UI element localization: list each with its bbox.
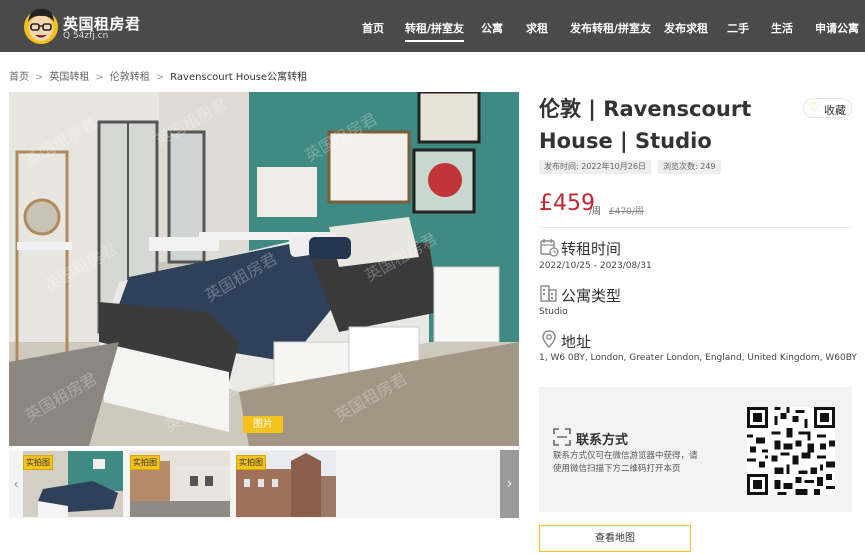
thumbnail-2-label: 实拍图 [130, 455, 160, 470]
original-price: £470/周 [609, 207, 644, 217]
photo-tag[interactable]: 图片 [243, 416, 283, 433]
apartment-type-value: Studio [539, 307, 568, 317]
view-count-badge: 浏览次数: 249 [658, 160, 721, 174]
location-pin-icon [542, 330, 556, 348]
thumbnail-prev-button[interactable]: ‹ [9, 450, 23, 518]
sublet-period-value: 2022/10/25 - 2023/08/31 [539, 261, 652, 271]
sublet-period-title: 转租时间 [561, 240, 622, 258]
breadcrumb-separator: > [35, 72, 44, 83]
thumbnail-2[interactable]: 实拍图 [130, 451, 230, 517]
thumbnail-3[interactable]: 实拍图 [236, 451, 336, 517]
nav-secondhand[interactable]: 二手 [727, 20, 749, 36]
nav-wanted[interactable]: 求租 [526, 20, 548, 36]
favorite-label: 收藏 [824, 104, 846, 117]
contact-title: 联系方式 [576, 433, 629, 448]
breadcrumb-home[interactable]: 首页 [9, 72, 29, 83]
apartment-type-title: 公寓类型 [561, 287, 622, 305]
favorite-button[interactable]: ♡ 收藏 [803, 98, 852, 118]
main-nav: 首页 转租/拼室友 公寓 求租 发布转租/拼室友 发布求租 二手 生活 申请公寓 [0, 0, 865, 52]
thumbnail-1[interactable]: 实拍图 [23, 451, 123, 517]
qr-code-icon [747, 407, 835, 495]
breadcrumb-current: Ravenscourt House公寓转租 [170, 72, 308, 83]
main-photo[interactable]: 英国租房君 英国租房君 英国租房君 英国租房君 英国租房君 英国租房君 英国租房… [9, 92, 519, 446]
breadcrumb: 首页 > 英国转租 > 伦敦转租 > Ravenscourt House公寓转租 [9, 68, 307, 83]
scan-icon [553, 428, 571, 446]
thumbnail-1-label: 实拍图 [23, 455, 53, 470]
nav-life[interactable]: 生活 [771, 20, 793, 36]
price: £459 [539, 191, 595, 216]
view-map-button[interactable]: 查看地图 [539, 525, 691, 552]
calendar-icon [540, 239, 559, 257]
price-unit: /周 [589, 207, 602, 217]
thumbnail-next-button[interactable]: › [500, 450, 519, 518]
site-header: 英国租房君 Q 54zfj.cn 首页 转租/拼室友 公寓 求租 发布转租/拼室… [0, 0, 865, 52]
nav-post-wanted[interactable]: 发布求租 [664, 20, 708, 36]
breadcrumb-london-sublet[interactable]: 伦敦转租 [110, 72, 150, 83]
listing-title: 伦敦 | Ravenscourt House | Studio [539, 97, 752, 153]
published-date-badge: 发布时间: 2022年10月26日 [539, 160, 651, 174]
nav-home[interactable]: 首页 [362, 20, 384, 36]
nav-apartments[interactable]: 公寓 [481, 20, 503, 36]
nav-apply-apartment[interactable]: 申请公寓 [815, 20, 859, 36]
heart-icon: ♡ [809, 100, 820, 114]
breadcrumb-separator: > [95, 72, 104, 83]
thumbnail-3-label: 实拍图 [236, 455, 266, 470]
building-icon [540, 285, 557, 302]
breadcrumb-separator: > [155, 72, 165, 83]
contact-description: 联系方式仅可在微信游览器中获得，请使用微信扫描下方二维码打开本页 [553, 451, 698, 474]
nav-sublet[interactable]: 转租/拼室友 [405, 20, 465, 42]
divider [539, 227, 852, 228]
address-value: 1, W6 0BY, London, Greater London, Engla… [539, 353, 857, 363]
address-title: 地址 [561, 333, 592, 351]
nav-post-sublet[interactable]: 发布转租/拼室友 [570, 20, 651, 36]
breadcrumb-uk-sublet[interactable]: 英国转租 [49, 72, 89, 83]
bedroom-photo: 英国租房君 英国租房君 英国租房君 英国租房君 英国租房君 英国租房君 英国租房… [9, 92, 519, 446]
